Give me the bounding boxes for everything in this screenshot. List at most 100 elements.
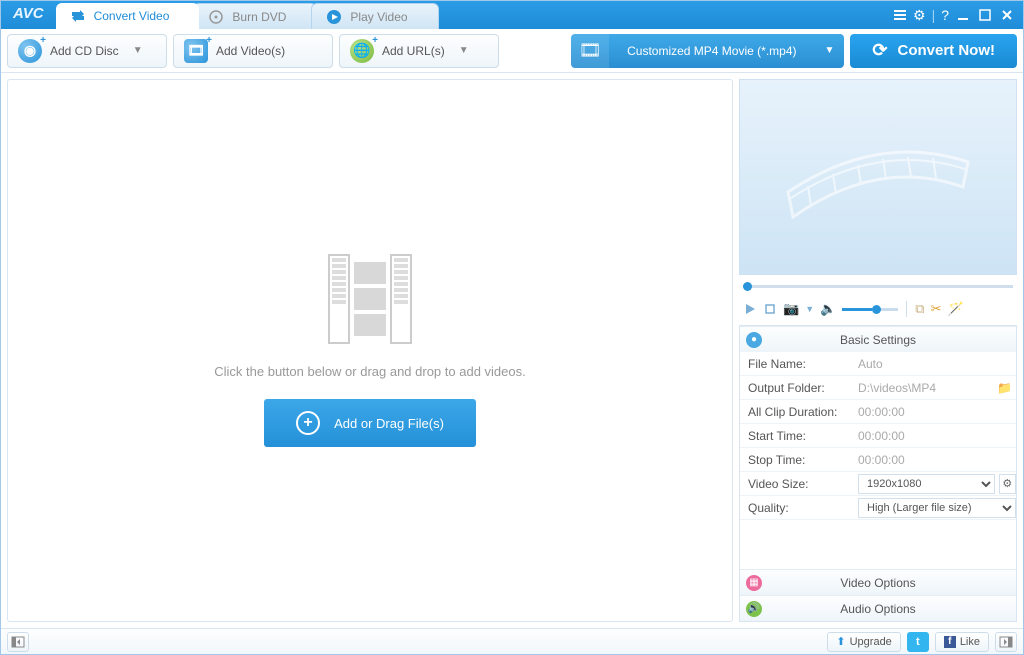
label: Stop Time: [740, 453, 852, 467]
value[interactable]: Auto [852, 357, 1016, 371]
seek-slider[interactable] [739, 279, 1017, 293]
button-label: Convert Now! [898, 42, 996, 59]
drop-zone[interactable]: Click the button below or drag and drop … [7, 79, 733, 622]
upgrade-button[interactable]: ⬆ Upgrade [827, 632, 900, 652]
film-reel-icon [778, 122, 978, 232]
output-format-select[interactable]: 🎞 Customized MP4 Movie (*.mp4) ▼ [571, 34, 844, 68]
minimize-button[interactable] [955, 7, 971, 23]
settings-panel: ● Basic Settings File Name: Auto Output … [739, 325, 1017, 622]
play-icon [326, 9, 342, 25]
disc-icon [208, 9, 224, 25]
audio-icon: 🔊 [746, 601, 762, 617]
value[interactable]: 00:00:00 [852, 429, 1016, 443]
row-quality: Quality: High (Larger file size) [740, 496, 1016, 520]
gear-icon[interactable]: ⚙ [999, 474, 1016, 494]
twitter-button[interactable]: t [907, 632, 929, 652]
row-all-clip-duration: All Clip Duration: 00:00:00 [740, 400, 1016, 424]
button-label: Add URL(s) [382, 44, 445, 58]
copy-button[interactable]: ⧉ [915, 301, 924, 317]
label: File Name: [740, 357, 852, 371]
label: Output Folder: [740, 381, 852, 395]
value: 1920x1080 ⚙ [852, 474, 1016, 494]
tab-burn-dvd[interactable]: Burn DVD [193, 3, 317, 29]
effects-button[interactable]: 🪄 [948, 301, 964, 317]
maximize-button[interactable] [977, 7, 993, 23]
value: 00:00:00 [852, 405, 1016, 419]
add-videos-button[interactable]: 🎞 Add Video(s) [173, 34, 333, 68]
panel-toggle-right-button[interactable] [995, 632, 1017, 652]
snapshot-dropdown[interactable]: ▼ [805, 304, 814, 314]
header-label: Video Options [840, 576, 915, 590]
globe-icon: ● [746, 332, 762, 348]
divider [906, 301, 907, 317]
globe-icon: 🌐 [350, 39, 374, 63]
menu-icon[interactable] [893, 8, 907, 22]
drop-hint-text: Click the button below or drag and drop … [214, 364, 525, 379]
format-label: Customized MP4 Movie (*.mp4) [609, 44, 814, 58]
chevron-down-icon: ▼ [459, 45, 469, 56]
help-icon[interactable]: ? [941, 7, 949, 23]
divider: | [932, 7, 936, 23]
volume-icon[interactable]: 🔈 [820, 301, 836, 317]
facebook-like-button[interactable]: f Like [935, 632, 989, 652]
snapshot-button[interactable]: 📷 [783, 301, 799, 317]
film-frame-icon: 🎞 [571, 34, 609, 68]
add-cd-disc-button[interactable]: ◉ Add CD Disc ▼ [7, 34, 167, 68]
value[interactable]: D:\videos\MP4 📁 [852, 381, 1016, 395]
main-tabs: Convert Video Burn DVD Play Video [56, 1, 885, 29]
volume-slider[interactable] [842, 308, 898, 311]
stop-button[interactable] [763, 302, 777, 316]
player-controls: 📷 ▼ 🔈 ⧉ ✂ 🪄 [739, 297, 1017, 321]
label: Start Time: [740, 429, 852, 443]
chevron-down-icon: ▼ [133, 45, 143, 56]
video-size-select[interactable]: 1920x1080 [858, 474, 995, 494]
plus-icon: + [296, 411, 320, 435]
app-logo: AVC [1, 1, 56, 29]
row-output-folder: Output Folder: D:\videos\MP4 📁 [740, 376, 1016, 400]
add-files-button[interactable]: + Add or Drag File(s) [264, 399, 476, 447]
convert-now-button[interactable]: ⟳ Convert Now! [850, 34, 1017, 68]
side-panel: 📷 ▼ 🔈 ⧉ ✂ 🪄 ● Basic Settings File Name: … [739, 79, 1017, 622]
play-button[interactable] [743, 302, 757, 316]
row-stop-time: Stop Time: 00:00:00 [740, 448, 1016, 472]
chevron-down-icon: ▼ [815, 45, 845, 56]
audio-options-header[interactable]: 🔊 Audio Options [740, 595, 1016, 621]
refresh-icon: ⟳ [872, 40, 887, 61]
tab-label: Burn DVD [232, 10, 286, 24]
window-controls: ⚙ | ? [885, 1, 1023, 29]
facebook-icon: f [944, 636, 956, 648]
button-label: Like [960, 636, 980, 648]
upgrade-icon: ⬆ [836, 635, 845, 648]
value: High (Larger file size) [852, 498, 1016, 518]
tab-convert-video[interactable]: Convert Video [56, 3, 200, 29]
tab-label: Convert Video [94, 9, 170, 23]
header-label: Audio Options [840, 602, 915, 616]
add-urls-button[interactable]: 🌐 Add URL(s) ▼ [339, 34, 499, 68]
button-label: Add Video(s) [216, 44, 285, 58]
titlebar: AVC Convert Video Burn DVD Play Video ⚙ … [1, 1, 1023, 29]
basic-settings-grid: File Name: Auto Output Folder: D:\videos… [740, 352, 1016, 569]
folder-icon[interactable]: 📁 [997, 381, 1012, 395]
preview-panel [739, 79, 1017, 275]
basic-settings-header[interactable]: ● Basic Settings [740, 326, 1016, 352]
header-label: Basic Settings [840, 333, 916, 347]
row-file-name: File Name: Auto [740, 352, 1016, 376]
tab-label: Play Video [350, 10, 407, 24]
close-button[interactable] [999, 7, 1015, 23]
convert-icon [70, 8, 86, 24]
gear-icon[interactable]: ⚙ [913, 7, 926, 24]
tab-play-video[interactable]: Play Video [311, 3, 438, 29]
video-options-header[interactable]: ▦ Video Options [740, 569, 1016, 595]
film-strip-icon [325, 254, 415, 344]
status-bar: ⬆ Upgrade t f Like [1, 628, 1023, 654]
cut-button[interactable]: ✂ [931, 301, 942, 317]
path-text: D:\videos\MP4 [858, 381, 993, 395]
value[interactable]: 00:00:00 [852, 453, 1016, 467]
film-icon: 🎞 [184, 39, 208, 63]
quality-select[interactable]: High (Larger file size) [858, 498, 1016, 518]
row-start-time: Start Time: 00:00:00 [740, 424, 1016, 448]
panel-toggle-left-button[interactable] [7, 632, 29, 652]
row-video-size: Video Size: 1920x1080 ⚙ [740, 472, 1016, 496]
main-area: Click the button below or drag and drop … [1, 73, 1023, 628]
label: All Clip Duration: [740, 405, 852, 419]
